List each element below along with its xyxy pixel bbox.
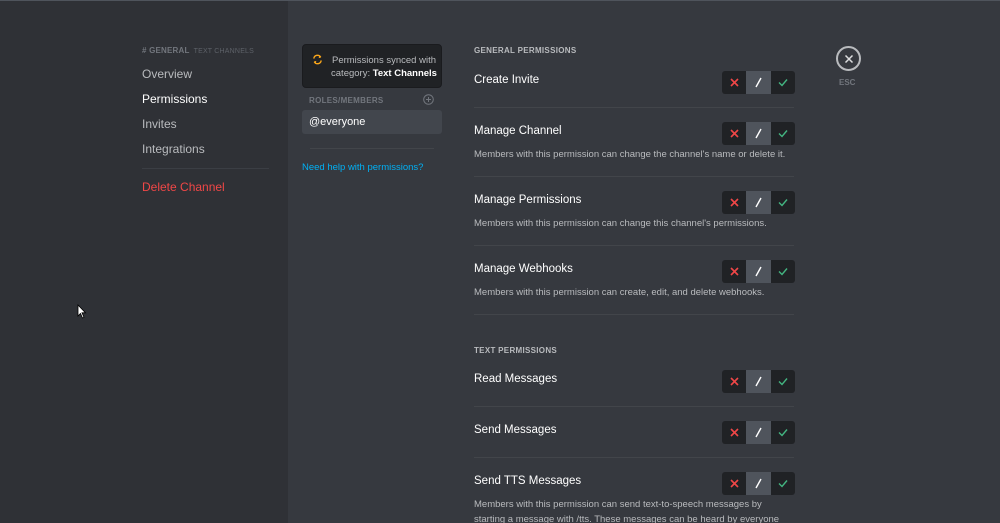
close-icon	[844, 54, 853, 63]
permission-description: Members with this permission can change …	[474, 218, 767, 229]
allow-button[interactable]	[771, 421, 795, 444]
sidebar-divider	[142, 168, 269, 169]
deny-button[interactable]	[722, 122, 746, 145]
deny-x-icon	[730, 78, 739, 87]
allow-check-icon	[778, 79, 788, 87]
allow-button[interactable]	[771, 71, 795, 94]
permission-description: Members with this permission can create,…	[474, 287, 765, 298]
add-role-icon[interactable]	[423, 94, 434, 105]
permission-name: Read Messages	[474, 373, 558, 385]
deny-x-icon	[730, 479, 739, 488]
neutral-button[interactable]	[746, 122, 771, 145]
neutral-slash-icon	[755, 197, 762, 208]
sync-category: Text Channels	[372, 68, 437, 79]
sync-notice: Permissions synced with category: Text C…	[302, 44, 442, 88]
allow-button[interactable]	[771, 191, 795, 214]
delete-channel-button[interactable]: Delete Channel	[142, 180, 225, 194]
channel-header: # GENERAL TEXT CHANNELS	[142, 46, 254, 55]
permission-divider	[474, 314, 794, 315]
neutral-button[interactable]	[746, 191, 771, 214]
neutral-button[interactable]	[746, 421, 771, 444]
permission-toggle-manage-webhooks	[722, 260, 795, 283]
neutral-button[interactable]	[746, 260, 771, 283]
help-permissions-link[interactable]: Need help with permissions?	[302, 162, 423, 173]
general-permissions-title: GENERAL PERMISSIONS	[474, 46, 577, 55]
neutral-slash-icon	[755, 478, 762, 489]
role-item-everyone[interactable]: @everyone	[302, 110, 442, 134]
permission-name: Send Messages	[474, 424, 557, 436]
deny-x-icon	[730, 129, 739, 138]
deny-button[interactable]	[722, 370, 746, 393]
text-permissions-title: TEXT PERMISSIONS	[474, 346, 558, 355]
sidebar-item-permissions[interactable]: Permissions	[142, 92, 207, 106]
permission-toggle-create-invite	[722, 71, 795, 94]
deny-button[interactable]	[722, 421, 746, 444]
neutral-slash-icon	[755, 266, 762, 277]
deny-x-icon	[730, 428, 739, 437]
permission-toggle-manage-permissions	[722, 191, 795, 214]
permission-divider	[474, 406, 794, 407]
neutral-slash-icon	[755, 77, 762, 88]
permission-divider	[474, 107, 794, 108]
allow-check-icon	[778, 199, 788, 207]
neutral-button[interactable]	[746, 472, 771, 495]
allow-check-icon	[778, 268, 788, 276]
allow-button[interactable]	[771, 122, 795, 145]
sync-text: Permissions synced with category: Text C…	[328, 54, 440, 80]
allow-check-icon	[778, 130, 788, 138]
allow-check-icon	[778, 480, 788, 488]
neutral-button[interactable]	[746, 370, 771, 393]
neutral-slash-icon	[755, 427, 762, 438]
sidebar-item-invites[interactable]: Invites	[142, 117, 177, 131]
permission-toggle-read-messages	[722, 370, 795, 393]
allow-check-icon	[778, 378, 788, 386]
roles-divider	[310, 148, 434, 149]
permission-name: Manage Webhooks	[474, 263, 573, 275]
close-button[interactable]	[836, 46, 861, 71]
neutral-slash-icon	[755, 376, 762, 387]
roles-members-label: ROLES/MEMBERS	[309, 96, 384, 105]
permission-name: Manage Channel	[474, 125, 562, 137]
channel-category: TEXT CHANNELS	[193, 48, 255, 55]
sidebar-item-integrations[interactable]: Integrations	[142, 142, 205, 156]
deny-button[interactable]	[722, 191, 746, 214]
permission-name: Manage Permissions	[474, 194, 582, 206]
allow-button[interactable]	[771, 260, 795, 283]
permission-divider	[474, 457, 794, 458]
deny-x-icon	[730, 198, 739, 207]
deny-button[interactable]	[722, 71, 746, 94]
deny-x-icon	[730, 377, 739, 386]
allow-button[interactable]	[771, 370, 795, 393]
permission-divider	[474, 176, 794, 177]
permission-description: Members with this permission can send te…	[474, 499, 780, 523]
sync-icon	[313, 54, 322, 65]
deny-button[interactable]	[722, 260, 746, 283]
esc-label: ESC	[839, 78, 856, 87]
deny-button[interactable]	[722, 472, 746, 495]
permission-divider	[474, 245, 794, 246]
mouse-cursor-icon	[77, 304, 87, 319]
deny-x-icon	[730, 267, 739, 276]
permission-toggle-send-messages	[722, 421, 795, 444]
allow-button[interactable]	[771, 472, 795, 495]
permission-name: Create Invite	[474, 74, 540, 86]
allow-check-icon	[778, 429, 788, 437]
neutral-button[interactable]	[746, 71, 771, 94]
permission-name: Send TTS Messages	[474, 475, 582, 487]
permission-toggle-manage-channel	[722, 122, 795, 145]
permission-toggle-send-tts-messages	[722, 472, 795, 495]
neutral-slash-icon	[755, 128, 762, 139]
channel-name: # GENERAL	[142, 46, 190, 55]
permission-description: Members with this permission can change …	[474, 149, 786, 160]
sidebar-item-overview[interactable]: Overview	[142, 67, 192, 81]
